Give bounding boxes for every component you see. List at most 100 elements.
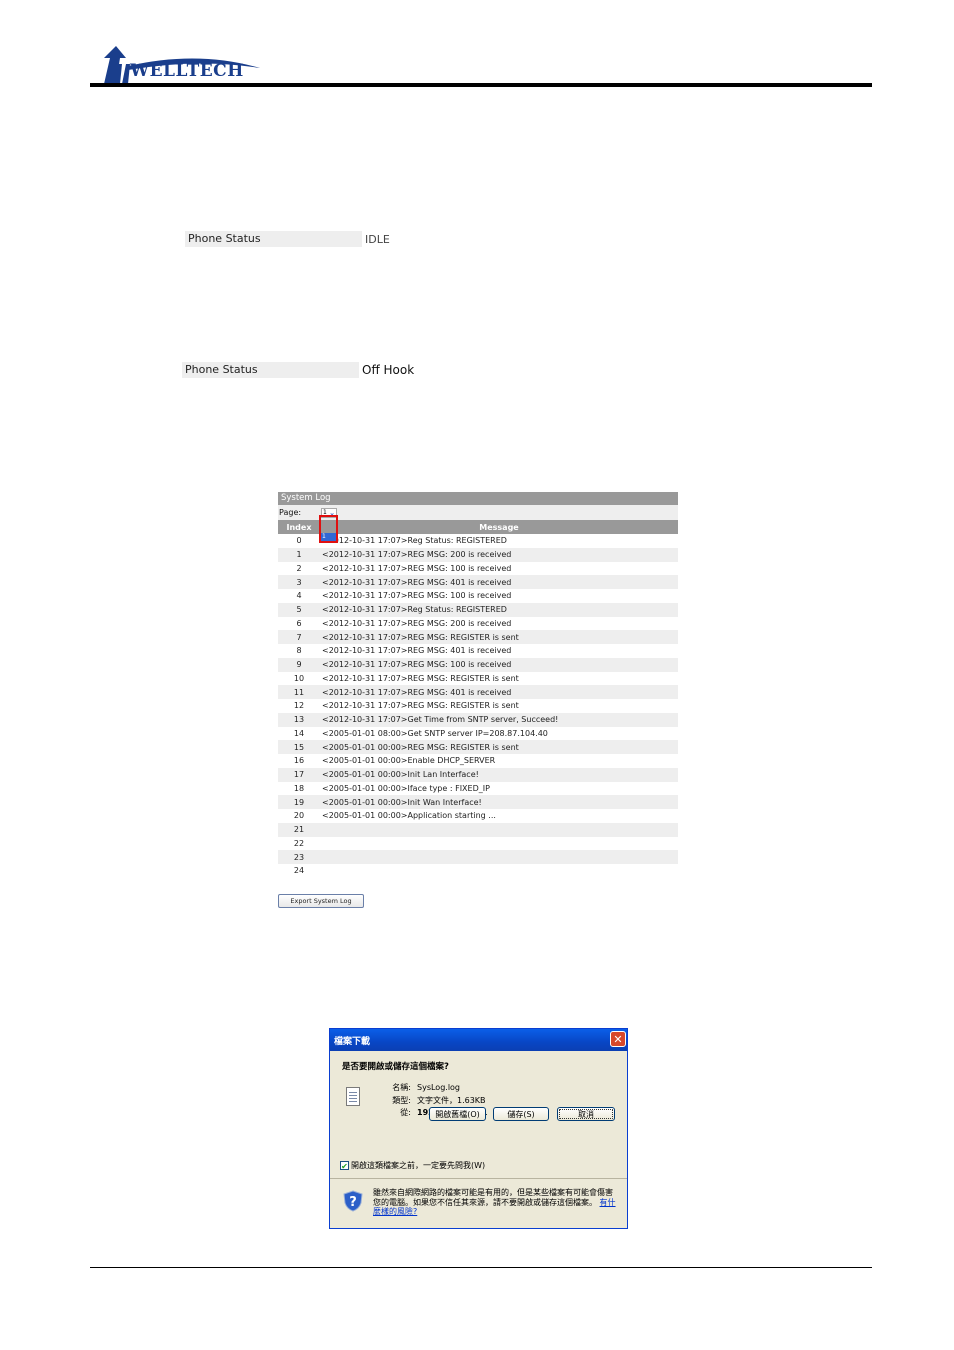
log-index: 11	[293, 687, 305, 697]
log-row: 23	[278, 850, 678, 864]
file-from-label: 從:	[400, 1108, 411, 1117]
phone-status-value: Off Hook	[362, 363, 415, 377]
log-message: <2012-10-31 17:07>REG MSG: REGISTER is s…	[322, 673, 519, 683]
cancel-button[interactable]: 取消	[557, 1107, 615, 1121]
log-index: 18	[293, 783, 305, 793]
highlight-annotation-box	[319, 515, 338, 543]
log-row: 11 <2012-10-31 17:07>REG MSG: 401 is rece…	[278, 685, 678, 699]
file-type-value: 文字文件，1.63KB	[417, 1095, 486, 1105]
log-message: <2012-10-31 17:07>REG MSG: REGISTER is s…	[322, 701, 519, 711]
log-row: 8 <2012-10-31 17:07>REG MSG: 401 is recei…	[278, 644, 678, 658]
column-header-message: Message	[479, 522, 519, 532]
log-row: 3 <2012-10-31 17:07>REG MSG: 401 is recei…	[278, 575, 678, 589]
log-row: 19 <2005-01-01 00:00>Init Wan Interface!	[278, 795, 678, 809]
log-row: 22	[278, 837, 678, 851]
log-message: <2012-10-31 17:07>REG MSG: 100 is receiv…	[322, 563, 512, 573]
open-button[interactable]: 開啟舊檔(O)	[429, 1107, 486, 1121]
log-index: 23	[293, 852, 305, 862]
page-label: Page:	[279, 508, 302, 517]
file-type-label: 類型:	[392, 1095, 411, 1105]
column-header-index: Index	[286, 522, 312, 532]
log-message: <2012-10-31 17:07>Get Time from SNTP ser…	[322, 715, 559, 725]
footer-rule	[90, 1267, 872, 1268]
log-row: 24	[278, 864, 678, 878]
log-row: 20 <2005-01-01 00:00>Application starting…	[278, 809, 678, 823]
header-rule	[90, 83, 872, 87]
log-message: <2012-10-31 17:07>REG MSG: 100 is receiv…	[322, 591, 512, 601]
log-message: <2012-10-31 17:07>Reg Status: REGISTERED	[322, 536, 507, 546]
ask-before-open-label[interactable]: 開啟這類檔案之前，一定要先問我(W)	[351, 1160, 485, 1171]
log-message: <2005-01-01 00:00>Init Wan Interface!	[322, 797, 482, 807]
log-message: <2005-01-01 08:00>Get SNTP server IP=208…	[322, 728, 548, 738]
log-index: 7	[296, 632, 302, 642]
log-row: 0 <2012-10-31 17:07>Reg Status: REGISTERE…	[278, 534, 678, 548]
log-row: 10 <2012-10-31 17:07>REG MSG: REGISTER is…	[278, 672, 678, 686]
log-index: 8	[296, 646, 302, 656]
system-log-title: System Log	[278, 492, 678, 505]
log-message: <2012-10-31 17:07>REG MSG: 200 is receiv…	[322, 618, 512, 628]
log-message: <2012-10-31 17:07>REG MSG: 401 is receiv…	[322, 646, 512, 656]
log-message: <2012-10-31 17:07>Reg Status: REGISTERED	[322, 605, 507, 615]
log-index: 22	[293, 838, 305, 848]
log-row: 9 <2012-10-31 17:07>REG MSG: 100 is recei…	[278, 657, 678, 672]
log-row: 13 <2012-10-31 17:07>Get Time from SNTP s…	[278, 712, 678, 727]
log-index: 5	[296, 605, 302, 615]
phone-status-value: IDLE	[365, 232, 390, 246]
page-selector-row: Page: 1 ⌄ 1	[278, 505, 678, 543]
save-button[interactable]: 儲存(S)	[493, 1107, 549, 1121]
log-row: 16 <2005-01-01 00:00>Enable DHCP_SERVER	[278, 754, 678, 768]
log-message: <2005-01-01 00:00>Application starting .…	[322, 811, 496, 821]
phone-status-offhook-row: Phone Status Off Hook	[182, 362, 414, 378]
brand-name: WELLTECH	[130, 61, 244, 81]
log-index: 21	[293, 825, 305, 835]
log-index: 19	[293, 797, 305, 807]
log-index: 4	[296, 591, 302, 601]
dialog-separator	[330, 1178, 627, 1179]
close-icon[interactable]: ✕	[610, 1031, 626, 1047]
log-table-header: Index Message	[278, 520, 678, 534]
log-index: 2	[296, 563, 302, 573]
log-message: <2005-01-01 00:00>Enable DHCP_SERVER	[322, 756, 496, 766]
log-index: 3	[296, 577, 302, 587]
system-log-panel: System Log Page: 1 ⌄ 1 Index Message 0 <2…	[278, 492, 678, 878]
log-row: 5 <2012-10-31 17:07>Reg Status: REGISTERE…	[278, 602, 678, 617]
file-name-label: 名稱:	[392, 1083, 411, 1092]
security-warning-text: 雖然來自網際網路的檔案可能是有用的，但是某些檔案有可能會傷害您的電腦。如果您不信…	[373, 1188, 613, 1207]
log-row: 12 <2012-10-31 17:07>REG MSG: REGISTER is…	[278, 699, 678, 713]
log-row: 4 <2012-10-31 17:07>REG MSG: 100 is recei…	[278, 589, 678, 603]
security-warning: 雖然來自網際網路的檔案可能是有用的，但是某些檔案有可能會傷害您的電腦。如果您不信…	[373, 1188, 618, 1217]
log-index: 20	[293, 811, 305, 821]
log-index: 14	[293, 728, 305, 738]
ask-before-open-checkbox[interactable]: ✔	[340, 1161, 349, 1171]
log-row: 15 <2005-01-01 00:00>REG MSG: REGISTER is…	[278, 740, 678, 754]
log-row: 2 <2012-10-31 17:07>REG MSG: 100 is recei…	[278, 562, 678, 576]
phone-status-label: Phone Status	[185, 231, 362, 247]
log-message: <2012-10-31 17:07>REG MSG: REGISTER is s…	[322, 632, 519, 642]
dialog-question: 是否要開啟或儲存這個檔案?	[342, 1062, 449, 1072]
log-index: 15	[293, 742, 305, 752]
export-system-log-button[interactable]: Export System Log	[278, 894, 364, 908]
log-row: 1 <2012-10-31 17:07>REG MSG: 200 is recei…	[278, 547, 678, 562]
log-message: <2005-01-01 00:00>REG MSG: REGISTER is s…	[322, 742, 519, 752]
log-message: <2012-10-31 17:07>REG MSG: 401 is receiv…	[322, 687, 512, 697]
log-message: <2012-10-31 17:07>REG MSG: 401 is receiv…	[322, 577, 512, 587]
phone-status-idle-row: Phone Status IDLE	[185, 231, 390, 247]
phone-status-label: Phone Status	[182, 362, 359, 378]
log-index: 12	[293, 701, 305, 711]
log-index: 1	[296, 550, 302, 560]
log-index: 6	[296, 618, 302, 628]
file-name-value: SysLog.log	[417, 1083, 461, 1092]
log-message: <2005-01-01 00:00>Init Lan Interface!	[322, 770, 479, 780]
log-row: 21	[278, 822, 678, 837]
log-row: 7 <2012-10-31 17:07>REG MSG: REGISTER is …	[278, 630, 678, 644]
log-message: <2012-10-31 17:07>REG MSG: 200 is receiv…	[322, 550, 512, 560]
log-table-body: 0 <2012-10-31 17:07>Reg Status: REGISTERE…	[278, 534, 678, 878]
log-index: 13	[293, 715, 305, 725]
log-index: 9	[296, 660, 302, 670]
text-file-icon	[346, 1087, 360, 1106]
log-index: 24	[293, 866, 305, 876]
log-row: 6 <2012-10-31 17:07>REG MSG: 200 is recei…	[278, 617, 678, 631]
log-message: <2005-01-01 00:00>Iface type : FIXED_IP	[322, 783, 490, 793]
log-message: <2012-10-31 17:07>REG MSG: 100 is receiv…	[322, 660, 512, 670]
ask-before-open-row: ✔ 開啟這類檔案之前，一定要先問我(W)	[340, 1160, 485, 1171]
